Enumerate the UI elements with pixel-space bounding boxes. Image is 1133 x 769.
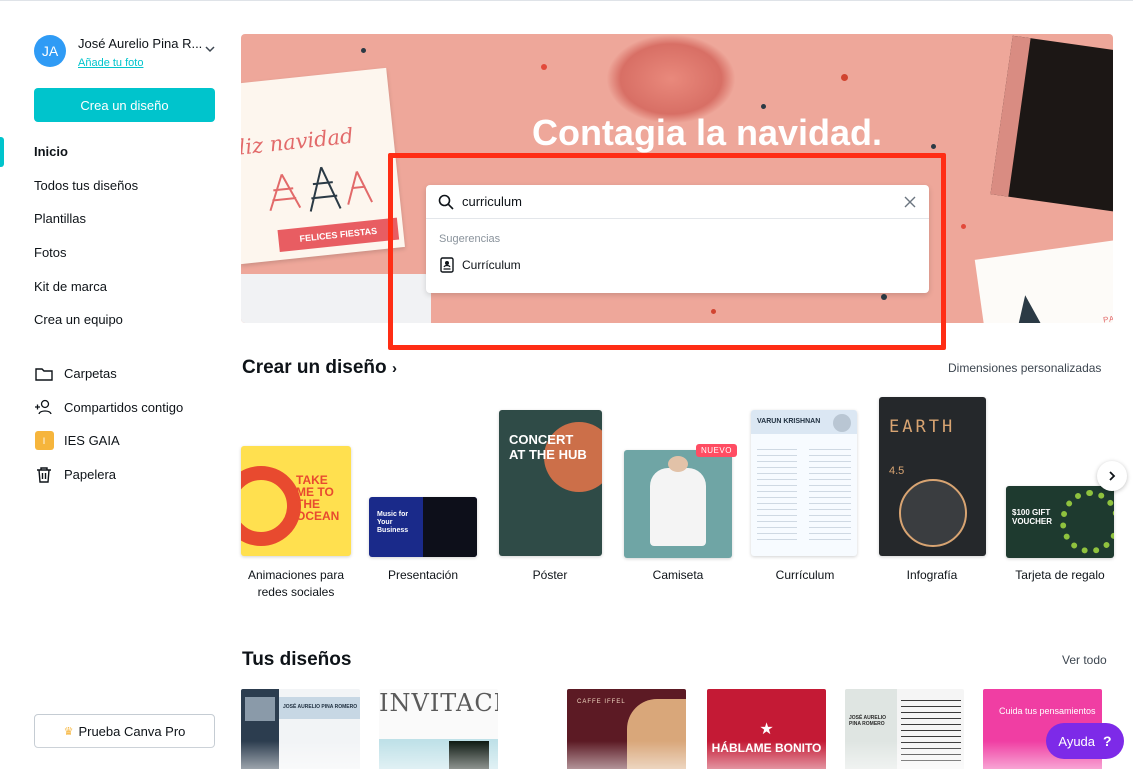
design-type-label: Currículum (775, 568, 835, 582)
thumb-text: Music for Your Business (377, 511, 409, 534)
chevron-right-icon: › (391, 360, 397, 377)
your-designs-list: JOSÉ AURELIO PINA ROMERO INVITACIÓ CAFFE… (241, 689, 1133, 769)
team-badge-icon: I (34, 431, 54, 451)
sidebar-item-brand-kit[interactable]: Kit de marca (0, 269, 232, 303)
design-type-label: Tarjeta de regalo (1015, 568, 1105, 582)
thumb-text: EARTH (889, 417, 956, 437)
suggestion-label: Currículum (462, 258, 521, 272)
search-dropdown: Sugerencias Currículum (426, 185, 929, 293)
sidebar-nav: Inicio Todos tus diseños Plantillas Foto… (0, 135, 232, 337)
design-card-text: JOSÉ AURELIO PINA ROMERO (849, 715, 887, 727)
suggestion-item[interactable]: Currículum (426, 245, 929, 273)
bow-decoration (606, 34, 736, 124)
sidebar-item-label: IES GAIA (64, 433, 120, 449)
user-name[interactable]: José Aurelio Pina R... (78, 36, 202, 51)
question-icon: ? (1103, 733, 1112, 749)
design-type-thumb (624, 450, 732, 558)
resume-icon (440, 257, 454, 273)
search-input[interactable] (462, 194, 903, 209)
see-all-link[interactable]: Ver todo (1062, 653, 1107, 667)
sidebar-item-folders[interactable]: Carpetas (0, 357, 232, 391)
user-info: José Aurelio Pina R... Añade tu foto (78, 36, 202, 69)
shared-users-icon (34, 397, 54, 417)
design-card-text: HÁBLAME BONITO (711, 741, 822, 755)
design-type-thumb: Music for Your Business (369, 497, 477, 557)
christmas-card-right: PARA (974, 239, 1113, 323)
sidebar-item-create-team[interactable]: Crea un equipo (0, 303, 232, 337)
design-card[interactable]: CAFFE IFFEL (567, 689, 686, 769)
sidebar-item-team-ies-gaia[interactable]: I IES GAIA (0, 424, 232, 458)
design-type-label: Animaciones para redes sociales (247, 568, 345, 599)
create-section-title-text: Crear un diseño (242, 357, 387, 378)
create-section-title[interactable]: Crear un diseño › (242, 357, 397, 379)
try-canva-pro-button[interactable]: ♛ Prueba Canva Pro (34, 714, 215, 748)
design-card-text: CAFFE IFFEL (577, 699, 626, 705)
your-designs-title: Tus diseños (242, 649, 352, 670)
new-badge: NUEVO (696, 444, 737, 457)
design-type-thumb: CONCERT AT THE HUB (499, 410, 602, 556)
crown-icon: ♛ (63, 725, 74, 738)
sidebar-item-label: Papelera (64, 467, 117, 483)
add-photo-link[interactable]: Añade tu foto (78, 57, 202, 69)
design-type-thumb: VARUN KRISHNAN (751, 410, 857, 556)
card-right-text: PARA (1102, 312, 1113, 323)
team-badge: I (34, 431, 54, 451)
sidebar-item-all-designs[interactable]: Todos tus diseños (0, 169, 232, 203)
pro-button-label: Prueba Canva Pro (78, 723, 186, 739)
sidebar-item-label: Carpetas (64, 366, 117, 382)
design-card-text: JOSÉ AURELIO PINA ROMERO (283, 704, 358, 710)
custom-dimensions-link[interactable]: Dimensiones personalizadas (948, 361, 1101, 375)
search-bar (426, 185, 929, 219)
design-types-carousel: TAKE ME TO THE OCEAN Animaciones para re… (241, 393, 1121, 608)
folder-icon (34, 364, 54, 384)
carousel-next-button[interactable] (1097, 461, 1127, 491)
close-icon[interactable] (903, 195, 917, 209)
sidebar-folders: Carpetas Compartidos contigo I IES GAIA … (0, 357, 232, 491)
sidebar: JA José Aurelio Pina R... Añade tu foto … (0, 1, 232, 769)
design-type-label: Infografía (906, 568, 958, 582)
sidebar-item-label: Compartidos contigo (64, 399, 184, 415)
sidebar-item-inicio[interactable]: Inicio (0, 135, 232, 169)
design-type-thumb: $100 GIFT VOUCHER (1006, 486, 1114, 558)
chevron-right-icon (1109, 471, 1116, 481)
help-label: Ayuda (1058, 733, 1096, 749)
sidebar-item-templates[interactable]: Plantillas (0, 202, 232, 236)
hero-title: Contagia la navidad. (531, 112, 883, 153)
create-design-button[interactable]: Crea un diseño (34, 88, 215, 122)
tree-icon (1017, 295, 1043, 323)
trees-icon (269, 166, 373, 212)
design-type-thumb: EARTH 4.5 (879, 397, 986, 556)
canva-home: JA José Aurelio Pina R... Añade tu foto … (0, 0, 1133, 769)
christmas-card-left: liz navidad FELICES FIESTAS (241, 67, 405, 265)
thumb-text: TAKE ME TO THE OCEAN (296, 473, 340, 523)
avatar[interactable]: JA (34, 35, 66, 67)
design-card-text: Cuida tus pensamientos (999, 706, 1096, 716)
sidebar-item-trash[interactable]: Papelera (0, 458, 232, 492)
sidebar-item-photos[interactable]: Fotos (0, 236, 232, 270)
design-type-label: Presentación (387, 568, 459, 582)
chevron-down-icon[interactable] (204, 43, 216, 55)
design-card-text: INVITACIÓ (379, 689, 498, 717)
help-button[interactable]: Ayuda ? (1046, 723, 1124, 759)
design-card[interactable]: JOSÉ AURELIO PINA ROMERO (241, 689, 360, 769)
design-card[interactable]: ★ HÁBLAME BONITO (707, 689, 826, 769)
thumb-text: $100 GIFT VOUCHER (1012, 508, 1053, 526)
thumb-text: CONCERT AT THE HUB (509, 432, 587, 462)
design-card[interactable]: INVITACIÓ (379, 689, 498, 769)
design-type-label: Póster (532, 568, 568, 582)
thumb-text: VARUN KRISHNAN (757, 418, 821, 425)
design-card[interactable]: JOSÉ AURELIO PINA ROMERO (845, 689, 964, 769)
suggestions-header: Sugerencias (439, 233, 501, 245)
design-type-label: Camiseta (652, 568, 704, 582)
sidebar-item-shared[interactable]: Compartidos contigo (0, 391, 232, 425)
trash-icon (34, 465, 54, 485)
search-icon (438, 194, 454, 210)
design-type-thumb: TAKE ME TO THE OCEAN (241, 446, 351, 556)
user-menu[interactable]: JA José Aurelio Pina R... Añade tu foto (34, 35, 215, 69)
